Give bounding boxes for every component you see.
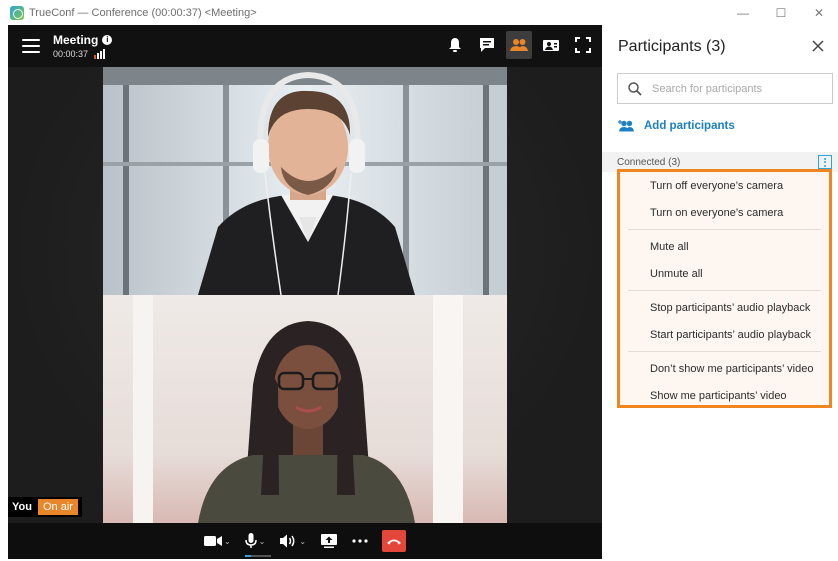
add-participants-button[interactable]: Add participants — [618, 120, 735, 132]
fullscreen-button[interactable] — [570, 31, 596, 59]
call-controls: ⌄ ⌄ ⌄ — [8, 523, 602, 559]
chevron-down-icon[interactable]: ⌄ — [259, 537, 266, 546]
menu-item-unmute-all[interactable]: Unmute all — [620, 260, 829, 287]
conference-topbar: Meeting i 00:00:37 — [8, 25, 602, 67]
info-icon[interactable]: i — [102, 35, 113, 45]
menu-separator — [628, 290, 821, 291]
microphone-icon — [244, 533, 257, 548]
minimize-button[interactable]: — — [724, 0, 762, 25]
window-titlebar: TrueConf — Conference (00:00:37) <Meetin… — [0, 0, 838, 25]
chat-icon — [480, 38, 494, 52]
content-share-button[interactable] — [538, 31, 564, 59]
chevron-down-icon[interactable]: ⌄ — [224, 537, 231, 546]
menu-separator — [628, 351, 821, 352]
window-controls: — ☐ ✕ — [724, 0, 838, 25]
more-icon — [352, 539, 368, 543]
bell-icon — [449, 38, 461, 52]
group-options-menu: Turn off everyone’s camera Turn on every… — [617, 169, 832, 408]
meeting-timer: 00:00:37 — [53, 49, 89, 59]
menu-item-hide-participants-video[interactable]: Don’t show me participants’ video — [620, 355, 829, 382]
menu-item-mute-all[interactable]: Mute all — [620, 233, 829, 260]
hangup-icon — [387, 539, 402, 545]
speaker-icon — [280, 534, 295, 548]
participant-video-man — [103, 67, 507, 295]
hangup-button[interactable] — [382, 530, 407, 552]
meeting-info: Meeting i 00:00:37 — [53, 33, 113, 59]
menu-item-show-participants-video[interactable]: Show me participants’ video — [620, 382, 829, 409]
search-icon — [628, 81, 642, 96]
more-button[interactable] — [352, 529, 368, 553]
panel-title: Participants (3) — [618, 38, 726, 55]
close-window-button[interactable]: ✕ — [800, 0, 838, 25]
maximize-button[interactable]: ☐ — [762, 0, 800, 25]
add-participants-label: Add participants — [644, 120, 735, 132]
add-participants-icon — [618, 120, 634, 132]
search-input[interactable] — [652, 82, 822, 95]
window-title: TrueConf — Conference (00:00:37) <Meetin… — [29, 6, 257, 19]
share-screen-button[interactable] — [320, 529, 338, 553]
menu-item-start-audio-playback[interactable]: Start participants’ audio playback — [620, 321, 829, 348]
self-label: You On air — [8, 497, 82, 517]
self-name: You — [12, 501, 32, 513]
chat-button[interactable] — [474, 31, 500, 59]
chevron-down-icon[interactable]: ⌄ — [299, 537, 306, 546]
notifications-button[interactable] — [442, 31, 468, 59]
fullscreen-icon — [575, 37, 591, 53]
camera-icon — [203, 536, 222, 546]
menu-item-turn-off-cameras[interactable]: Turn off everyone’s camera — [620, 172, 829, 199]
on-air-badge: On air — [37, 499, 78, 515]
search-box — [617, 73, 833, 104]
mic-level-meter — [244, 555, 271, 557]
participant-video-tile[interactable] — [103, 295, 507, 523]
content-share-icon — [543, 40, 559, 51]
connected-label: Connected (3) — [617, 156, 681, 168]
participants-button[interactable] — [506, 31, 532, 59]
close-icon[interactable] — [810, 38, 826, 54]
participant-video-woman — [103, 295, 507, 523]
camera-button[interactable]: ⌄ — [203, 529, 231, 553]
meeting-title: Meeting — [53, 33, 99, 47]
share-screen-icon — [321, 534, 338, 548]
participant-video-tile[interactable] — [103, 67, 507, 295]
menu-separator — [628, 229, 821, 230]
participants-icon — [510, 39, 528, 51]
trueconf-logo-icon — [10, 5, 24, 20]
topbar-actions — [442, 31, 596, 59]
menu-item-stop-audio-playback[interactable]: Stop participants’ audio playback — [620, 294, 829, 321]
signal-strength-icon[interactable] — [94, 49, 106, 59]
group-options-button[interactable] — [818, 155, 832, 169]
hamburger-menu-icon[interactable] — [22, 39, 40, 53]
conference-area: Meeting i 00:00:37 You On air ⌄ ⌄ ⌄ — [8, 25, 602, 559]
microphone-button[interactable]: ⌄ — [244, 529, 271, 557]
speaker-button[interactable]: ⌄ — [279, 529, 306, 553]
menu-item-turn-on-cameras[interactable]: Turn on everyone’s camera — [620, 199, 829, 226]
